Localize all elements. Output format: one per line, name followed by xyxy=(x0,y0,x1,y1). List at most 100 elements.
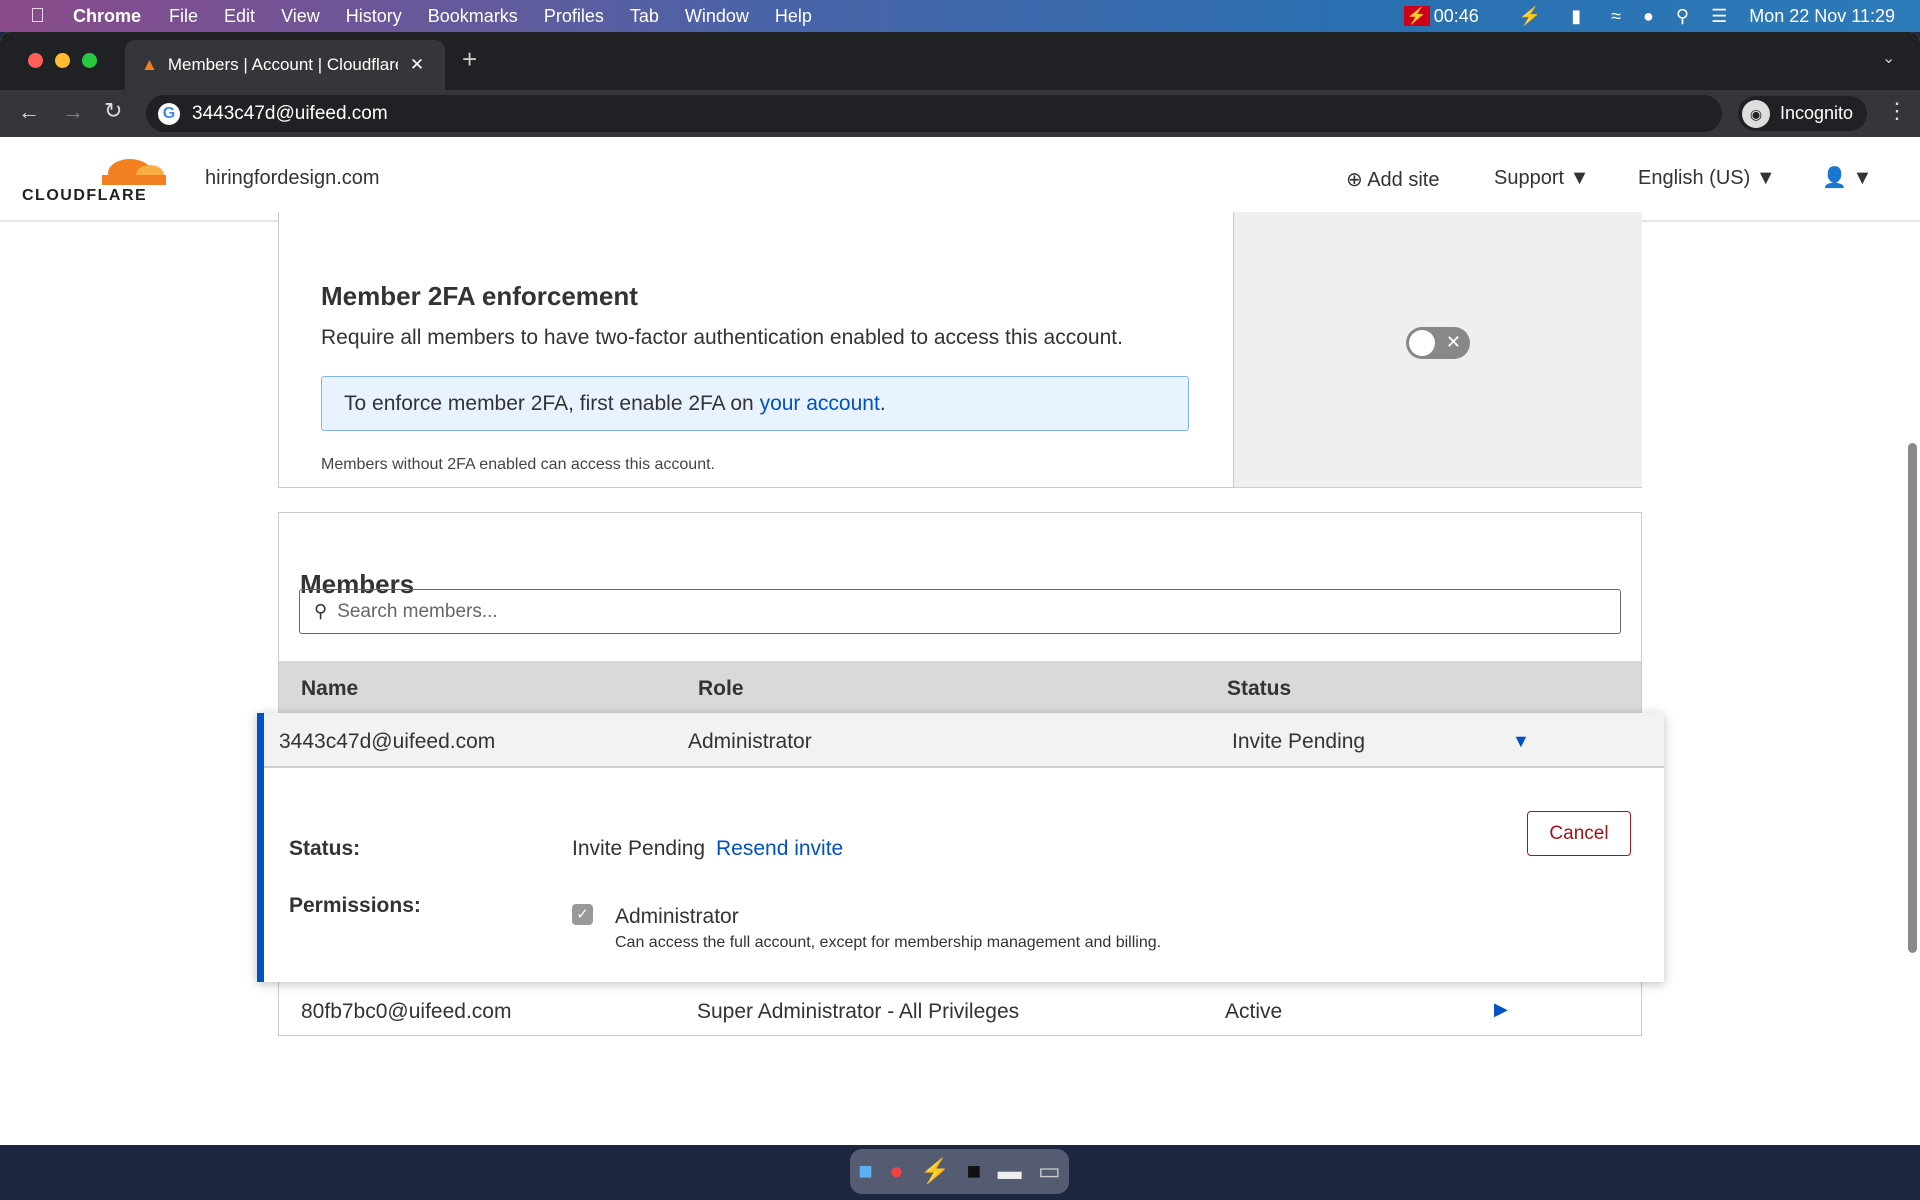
menu-window[interactable]: Window xyxy=(685,6,749,27)
battery-icon[interactable]: ▮ xyxy=(1571,6,1581,27)
incognito-icon: ◉ xyxy=(1742,99,1770,128)
bolt-icon[interactable]: ⚡ xyxy=(1519,6,1541,27)
close-tab-icon[interactable]: ✕ xyxy=(410,55,424,75)
close-window-button[interactable] xyxy=(28,53,43,68)
finder-icon[interactable]: ■ xyxy=(858,1158,873,1186)
trash-icon[interactable]: ▭ xyxy=(1038,1157,1061,1186)
cloudflare-header: CLOUDFLARE hiringfordesign.com ⊕ Add sit… xyxy=(0,137,1920,222)
apple-icon[interactable]:  xyxy=(30,5,45,28)
cancel-button[interactable]: Cancel xyxy=(1527,811,1631,856)
forward-icon[interactable]: → xyxy=(62,99,84,125)
caret-down-icon[interactable]: ▼ xyxy=(1512,731,1530,752)
browser-window: ▲ Members | Account | Cloudflare ✕ + ⌄ ←… xyxy=(0,32,1920,1145)
terminal-icon[interactable]: ■ xyxy=(967,1158,982,1186)
recording-icon[interactable]: ⚡ xyxy=(1403,6,1430,26)
language-label: English (US) xyxy=(1638,167,1751,189)
menu-file[interactable]: File xyxy=(169,6,198,27)
menu-bookmarks[interactable]: Bookmarks xyxy=(428,6,518,27)
notice-text: To enforce member 2FA, first enable 2FA … xyxy=(344,392,760,415)
menu-tab[interactable]: Tab xyxy=(630,6,659,27)
user-icon[interactable]: ● xyxy=(1643,6,1654,27)
2fa-title: Member 2FA enforcement xyxy=(321,281,638,311)
column-status[interactable]: Status xyxy=(1227,677,1291,701)
cloudflare-favicon: ▲ xyxy=(141,55,158,74)
support-dropdown[interactable]: Support ▼ xyxy=(1494,167,1589,190)
2fa-description: Require all members to have two-factor a… xyxy=(321,326,1123,349)
maximize-window-button[interactable] xyxy=(82,53,97,68)
new-tab-button[interactable]: + xyxy=(462,44,477,75)
tab-active[interactable]: ▲ Members | Account | Cloudflare ✕ xyxy=(125,40,445,90)
table-row[interactable]: 80fb7bc0@uifeed.com Super Administrator … xyxy=(279,983,1641,1036)
url-text: 3443c47d@uifeed.com xyxy=(192,102,388,124)
app-icon[interactable]: ▬ xyxy=(998,1158,1022,1186)
scrollbar[interactable] xyxy=(1908,443,1917,953)
user-menu[interactable]: 👤 ▼ xyxy=(1822,165,1872,190)
support-label: Support xyxy=(1494,167,1565,189)
menu-help[interactable]: Help xyxy=(775,6,812,27)
caret-right-icon[interactable]: ▶ xyxy=(1494,999,1508,1020)
language-dropdown[interactable]: English (US) ▼ xyxy=(1638,167,1776,190)
google-icon: G xyxy=(158,102,180,125)
menu-edit[interactable]: Edit xyxy=(224,6,255,27)
back-icon[interactable]: ← xyxy=(18,99,40,125)
menu-profiles[interactable]: Profiles xyxy=(544,6,604,27)
search-icon[interactable]: ⚲ xyxy=(1676,6,1689,27)
menu-history[interactable]: History xyxy=(346,6,402,27)
2fa-toggle[interactable]: ✕ xyxy=(1406,327,1470,359)
column-name[interactable]: Name xyxy=(301,677,358,701)
app-icon[interactable]: ⚡ xyxy=(920,1157,950,1186)
caret-down-icon: ▼ xyxy=(1569,167,1590,189)
add-site-button[interactable]: ⊕ Add site xyxy=(1346,167,1439,192)
add-site-label: Add site xyxy=(1367,169,1440,191)
caret-down-icon: ▼ xyxy=(1852,167,1873,189)
minimize-window-button[interactable] xyxy=(55,53,70,68)
resend-invite-link[interactable]: Resend invite xyxy=(716,837,843,861)
incognito-badge[interactable]: ◉ Incognito xyxy=(1738,96,1868,131)
menu-app[interactable]: Chrome xyxy=(73,6,141,27)
clock[interactable]: Mon 22 Nov 11:29 xyxy=(1749,6,1895,27)
wifi-icon[interactable]: ≈ xyxy=(1611,6,1621,27)
tab-title: Members | Account | Cloudflare xyxy=(167,55,398,74)
address-bar[interactable]: G 3443c47d@uifeed.com xyxy=(146,95,1722,132)
member-status: Invite Pending xyxy=(1232,730,1366,753)
dock: ■ ● ⚡ ■ ▬ ▭ xyxy=(850,1149,1069,1194)
more-menu-icon[interactable]: ⋮ xyxy=(1886,98,1908,124)
chrome-icon[interactable]: ● xyxy=(889,1158,904,1186)
account-domain[interactable]: hiringfordesign.com xyxy=(205,167,380,190)
control-center-icon[interactable]: ☰ xyxy=(1711,6,1727,27)
macos-menubar:  Chrome File Edit View History Bookmark… xyxy=(0,0,1920,32)
2fa-footnote: Members without 2FA enabled can access t… xyxy=(321,456,715,473)
member-name: 80fb7bc0@uifeed.com xyxy=(301,1000,512,1023)
cloudflare-logo[interactable]: CLOUDFLARE xyxy=(22,151,167,206)
search-placeholder: Search members... xyxy=(337,600,498,622)
member-2fa-card: ✕ Member 2FA enforcement Require all mem… xyxy=(278,212,1642,488)
table-header: Name Role Status xyxy=(279,661,1641,714)
member-role: Super Administrator - All Privileges xyxy=(697,1000,1020,1023)
logo-text: CLOUDFLARE xyxy=(22,187,148,204)
search-members-input[interactable]: ⚲ Search members... xyxy=(299,589,1621,634)
plus-circle-icon: ⊕ xyxy=(1346,169,1363,191)
member-name: 3443c47d@uifeed.com xyxy=(279,730,496,753)
table-row[interactable]: 3443c47d@uifeed.com Administrator Invite… xyxy=(264,713,1664,768)
incognito-label: Incognito xyxy=(1780,103,1854,123)
status-value: Invite Pending xyxy=(572,837,706,860)
tab-bar: ▲ Members | Account | Cloudflare ✕ + ⌄ xyxy=(0,32,1920,90)
caret-down-icon: ▼ xyxy=(1755,167,1776,189)
administrator-checkbox[interactable]: ✓ xyxy=(572,904,593,925)
status-label: Status: xyxy=(289,837,361,860)
permission-description: Can access the full account, except for … xyxy=(615,934,1162,951)
reload-icon[interactable]: ↻ xyxy=(104,98,122,124)
search-icon: ⚲ xyxy=(314,601,328,621)
tab-search-chevron-icon[interactable]: ⌄ xyxy=(1882,48,1895,68)
member-status: Active xyxy=(1225,1000,1283,1023)
notice-suffix: . xyxy=(879,392,886,415)
member-role: Administrator xyxy=(688,730,812,753)
column-role[interactable]: Role xyxy=(698,677,744,701)
permissions-label: Permissions: xyxy=(289,894,421,917)
permission-name: Administrator xyxy=(615,905,739,928)
timer: 00:46 xyxy=(1433,5,1479,26)
expanded-member-row: 3443c47d@uifeed.com Administrator Invite… xyxy=(257,713,1664,982)
your-account-link[interactable]: your account xyxy=(760,392,880,415)
2fa-notice: To enforce member 2FA, first enable 2FA … xyxy=(321,376,1189,431)
menu-view[interactable]: View xyxy=(281,6,320,27)
